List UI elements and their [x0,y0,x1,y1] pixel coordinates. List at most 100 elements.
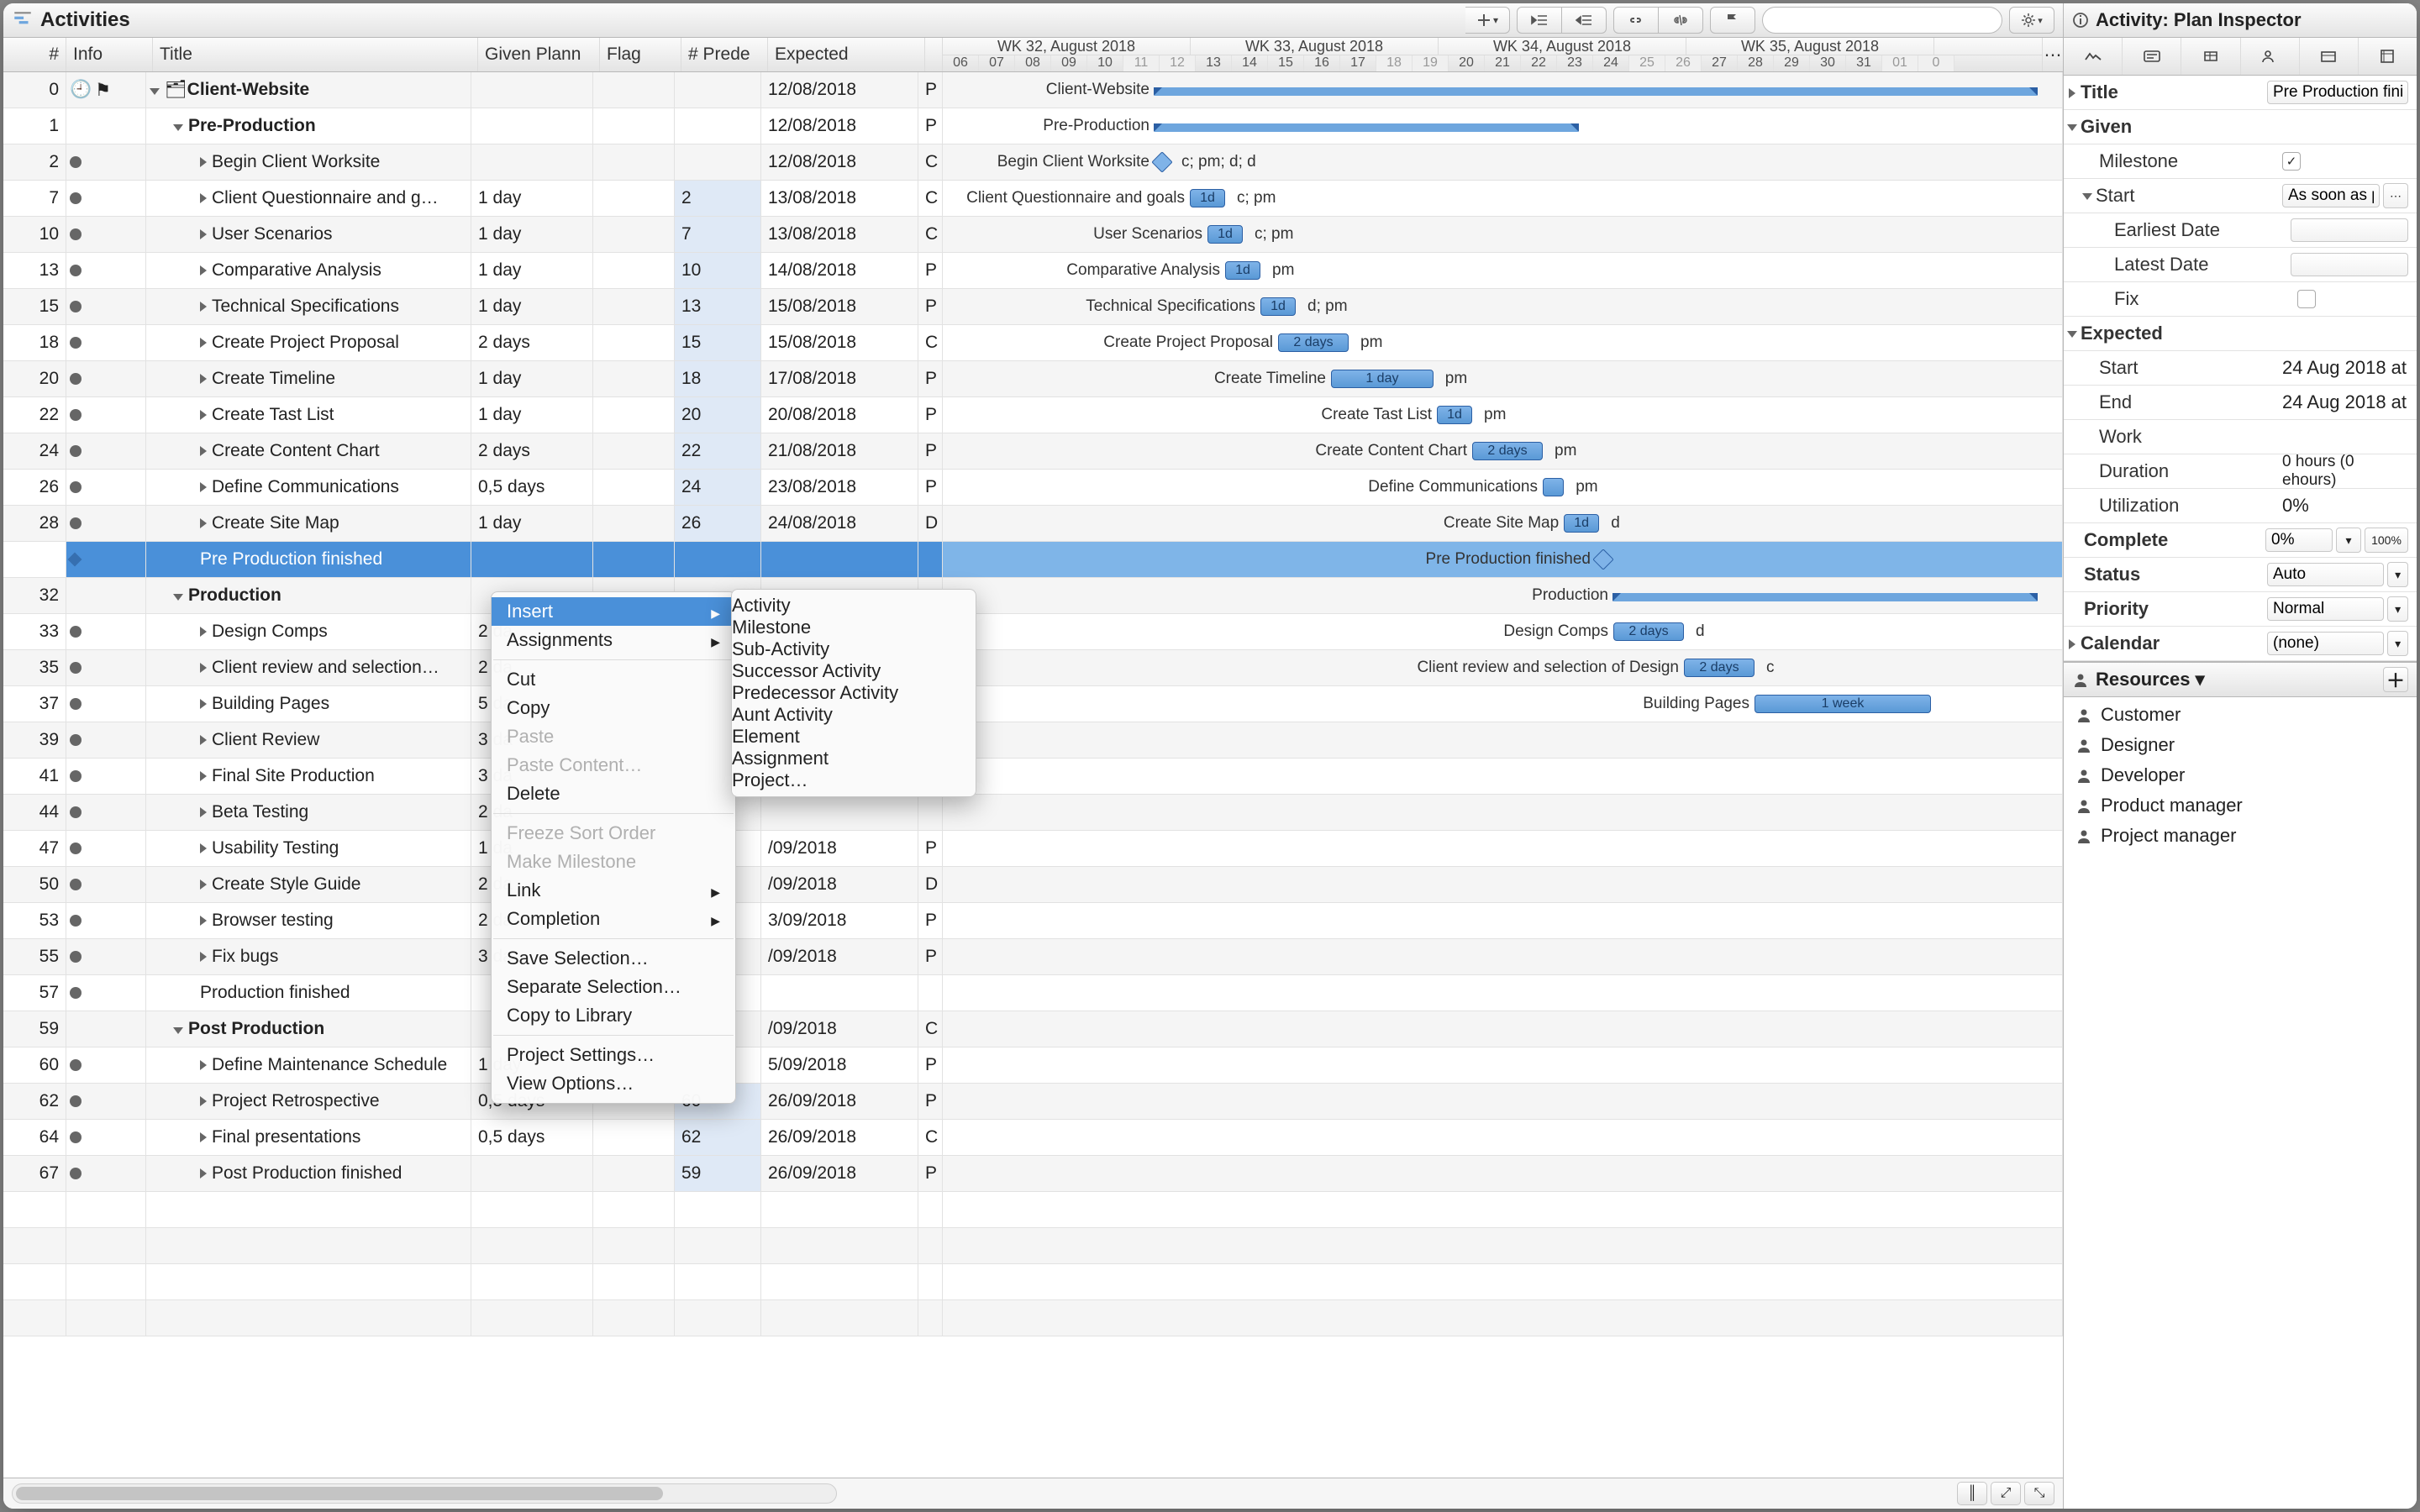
gantt-bar[interactable]: 1 week [1754,695,1931,713]
cell-timeline[interactable]: Production [943,578,2063,613]
menu-item[interactable]: Predecessor Activity [732,682,976,704]
cell-flag[interactable] [593,325,675,360]
cell-given[interactable]: 1 day [471,253,593,288]
cell-title[interactable]: Create Content Chart [146,433,471,469]
cell-timeline[interactable] [943,903,2063,938]
cell-predecessor[interactable] [675,144,761,180]
cell-flag[interactable] [593,181,675,216]
table-row[interactable]: 32ProductionProduction [3,578,2063,614]
insp-start-mode-menu[interactable]: ⋯ [2383,183,2408,208]
cell-timeline[interactable] [943,1156,2063,1191]
outdent-button[interactable] [1517,7,1562,34]
cell-expected[interactable]: 17/08/2018 [761,361,918,396]
search-field[interactable] [1762,7,2002,34]
cell-flag[interactable] [593,1156,675,1191]
inspector-tab-1[interactable] [2064,38,2123,75]
resource-item[interactable]: Project manager [2075,825,2405,847]
disclosure-triangle-icon[interactable] [200,952,207,962]
cell-flag[interactable] [593,470,675,505]
cell-timeline[interactable]: Client Questionnaire and goals1dc; pm [943,181,2063,216]
menu-item[interactable]: Project… [732,769,976,791]
view-split-button[interactable]: ║ [1957,1482,1987,1505]
cell-title[interactable]: Post Production finished [146,1156,471,1191]
cell-title[interactable]: Beta Testing [146,795,471,830]
cell-expected[interactable]: 23/08/2018 [761,470,918,505]
cell-expected[interactable]: 12/08/2018 [761,144,918,180]
link-button[interactable] [1613,7,1659,34]
cell-title[interactable]: Pre Production finished [146,542,471,577]
unlink-button[interactable] [1659,7,1703,34]
table-row[interactable]: 33Design Comps2 daDesign Comps2 daysd [3,614,2063,650]
cell-title[interactable]: Comparative Analysis [146,253,471,288]
disclosure-triangle-icon[interactable] [200,771,207,781]
cell-predecessor[interactable]: 24 [675,470,761,505]
cell-expected[interactable] [761,795,918,830]
cell-title[interactable]: Usability Testing [146,831,471,866]
table-row[interactable]: 53Browser testing2 da3/09/2018P [3,903,2063,939]
cell-expected[interactable]: 20/08/2018 [761,397,918,433]
cell-title[interactable]: Design Comps [146,614,471,649]
cell-predecessor[interactable]: 20 [675,397,761,433]
cell-expected[interactable]: 14/08/2018 [761,253,918,288]
disclosure-triangle-icon[interactable] [200,1132,207,1142]
add-button[interactable]: ▾ [1465,7,1510,34]
cell-expected[interactable]: 26/09/2018 [761,1120,918,1155]
cell-flag[interactable] [593,144,675,180]
cell-expected[interactable]: 26/09/2018 [761,1084,918,1119]
cell-title[interactable]: Create Style Guide [146,867,471,902]
cell-title[interactable]: Create Project Proposal [146,325,471,360]
table-row[interactable]: 41Final Site Production3 da [3,759,2063,795]
cell-title[interactable]: Browser testing [146,903,471,938]
cell-timeline[interactable]: Create Project Proposal2 dayspm [943,325,2063,360]
gantt-bar[interactable] [1155,87,2037,96]
cell-title[interactable]: Client review and selection… [146,650,471,685]
cell-expected[interactable]: 3/09/2018 [761,903,918,938]
disclosure-triangle-icon[interactable] [200,302,207,312]
disclosure-triangle-icon[interactable] [200,265,207,276]
cell-title[interactable]: Project Retrospective [146,1084,471,1119]
disclosure-triangle-icon[interactable] [200,229,207,239]
insp-calendar-select[interactable] [2267,632,2384,655]
cell-expected[interactable]: 5/09/2018 [761,1047,918,1083]
horizontal-scrollbar[interactable] [12,1483,837,1504]
table-row[interactable]: 59Post Production/09/2018C [3,1011,2063,1047]
table-row[interactable]: 64Final presentations0,5 days6226/09/201… [3,1120,2063,1156]
cell-expected[interactable]: 12/08/2018 [761,72,918,108]
cell-flag[interactable] [593,253,675,288]
disclosure-triangle-icon[interactable] [200,843,207,853]
gantt-bar[interactable]: 1d [1437,406,1472,424]
cell-expected[interactable]: /09/2018 [761,831,918,866]
insp-status-select[interactable] [2267,563,2384,586]
insp-complete-100-button[interactable]: 100% [2365,528,2408,553]
cell-given[interactable] [471,1156,593,1191]
cell-timeline[interactable]: Create Timeline1 daypm [943,361,2063,396]
cell-flag[interactable] [593,397,675,433]
cell-expected[interactable]: /09/2018 [761,1011,918,1047]
disclosure-triangle-icon[interactable] [173,124,183,131]
cell-given[interactable] [471,542,593,577]
table-row[interactable]: 15Technical Specifications1 day1315/08/2… [3,289,2063,325]
cell-expected[interactable]: 15/08/2018 [761,289,918,324]
cell-expected[interactable]: /09/2018 [761,867,918,902]
cell-title[interactable]: Production finished [146,975,471,1011]
col-number[interactable]: # [3,38,66,71]
insp-milestone-checkbox[interactable]: ✓ [2282,152,2301,171]
disclosure-triangle-icon[interactable] [200,1096,207,1106]
cell-given[interactable]: 1 day [471,289,593,324]
view-zoomin-button[interactable]: ⤡ [2024,1482,2054,1505]
cell-given[interactable] [471,108,593,144]
cell-title[interactable]: Final presentations [146,1120,471,1155]
col-expected[interactable]: Expected [768,38,925,71]
gantt-bar[interactable] [1155,123,1578,132]
resources-add-button[interactable]: ＋ [2383,667,2408,692]
cell-title[interactable]: Client Questionnaire and g… [146,181,471,216]
cell-title[interactable]: Fix bugs [146,939,471,974]
disclosure-triangle-icon[interactable] [200,627,207,637]
insp-status-menu[interactable]: ▾ [2387,562,2408,587]
insp-complete-input[interactable] [2265,528,2333,552]
disclosure-triangle-icon[interactable] [200,663,207,673]
cell-title[interactable]: Technical Specifications [146,289,471,324]
menu-item[interactable]: View Options… [492,1069,735,1098]
cell-given[interactable]: 2 days [471,433,593,469]
menu-item[interactable]: Element [732,726,976,748]
